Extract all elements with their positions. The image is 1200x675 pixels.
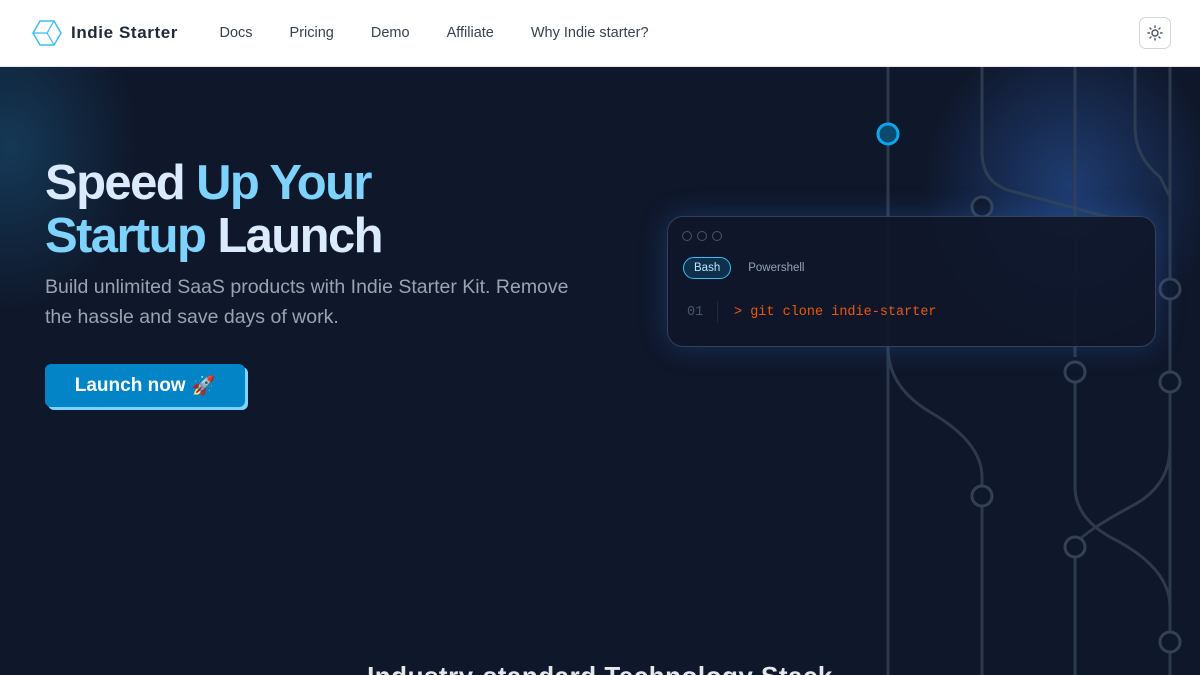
top-header: Indie Starter Docs Pricing Demo Affiliat…	[0, 0, 1200, 67]
line-separator	[717, 301, 718, 323]
window-dot-icon	[712, 231, 722, 241]
tab-bash[interactable]: Bash	[683, 257, 732, 279]
nav-affiliate[interactable]: Affiliate	[428, 25, 512, 41]
cube-logo-icon	[32, 20, 62, 46]
launch-now-label: Launch now	[74, 374, 186, 396]
theme-toggle-button[interactable]	[1139, 17, 1171, 49]
headline-words-up-your: Up Your	[196, 156, 372, 210]
headline-word-launch: Launch	[217, 209, 383, 263]
window-dot-icon	[697, 231, 707, 241]
logo[interactable]: Indie Starter	[31, 19, 178, 47]
nav-why-indie-starter[interactable]: Why Indie starter?	[512, 25, 667, 41]
terminal-tabs: Bash Powershell	[683, 257, 804, 279]
launch-now-button[interactable]: Launch now 🚀	[45, 364, 245, 407]
tech-stack-heading: Industry-standard Technology Stack	[0, 661, 1200, 675]
window-controls	[682, 231, 722, 241]
nav-pricing[interactable]: Pricing	[271, 25, 352, 41]
sun-icon	[1147, 25, 1163, 41]
main-nav: Docs Pricing Demo Affiliate Why Indie st…	[201, 25, 667, 41]
code-line: 01 > git clone indie-starter	[687, 301, 937, 323]
window-dot-icon	[682, 231, 692, 241]
brand-name: Indie Starter	[71, 23, 178, 42]
headline-word-startup: Startup	[45, 209, 207, 263]
nav-docs[interactable]: Docs	[201, 25, 271, 41]
nav-demo[interactable]: Demo	[352, 25, 428, 41]
terminal-command: > git clone indie-starter	[734, 304, 937, 320]
hero-headline: Speed Up Your Startup Launch	[45, 156, 384, 263]
rocket-icon: 🚀	[191, 375, 216, 397]
headline-word-speed: Speed	[45, 156, 186, 210]
line-number: 01	[687, 304, 704, 320]
tab-powershell[interactable]: Powershell	[748, 262, 804, 274]
terminal-window: Bash Powershell 01 > git clone indie-sta…	[667, 216, 1156, 347]
hero-section: Speed Up Your Startup Launch Build unlim…	[0, 67, 1200, 675]
hero-subtext: Build unlimited SaaS products with Indie…	[45, 276, 569, 328]
